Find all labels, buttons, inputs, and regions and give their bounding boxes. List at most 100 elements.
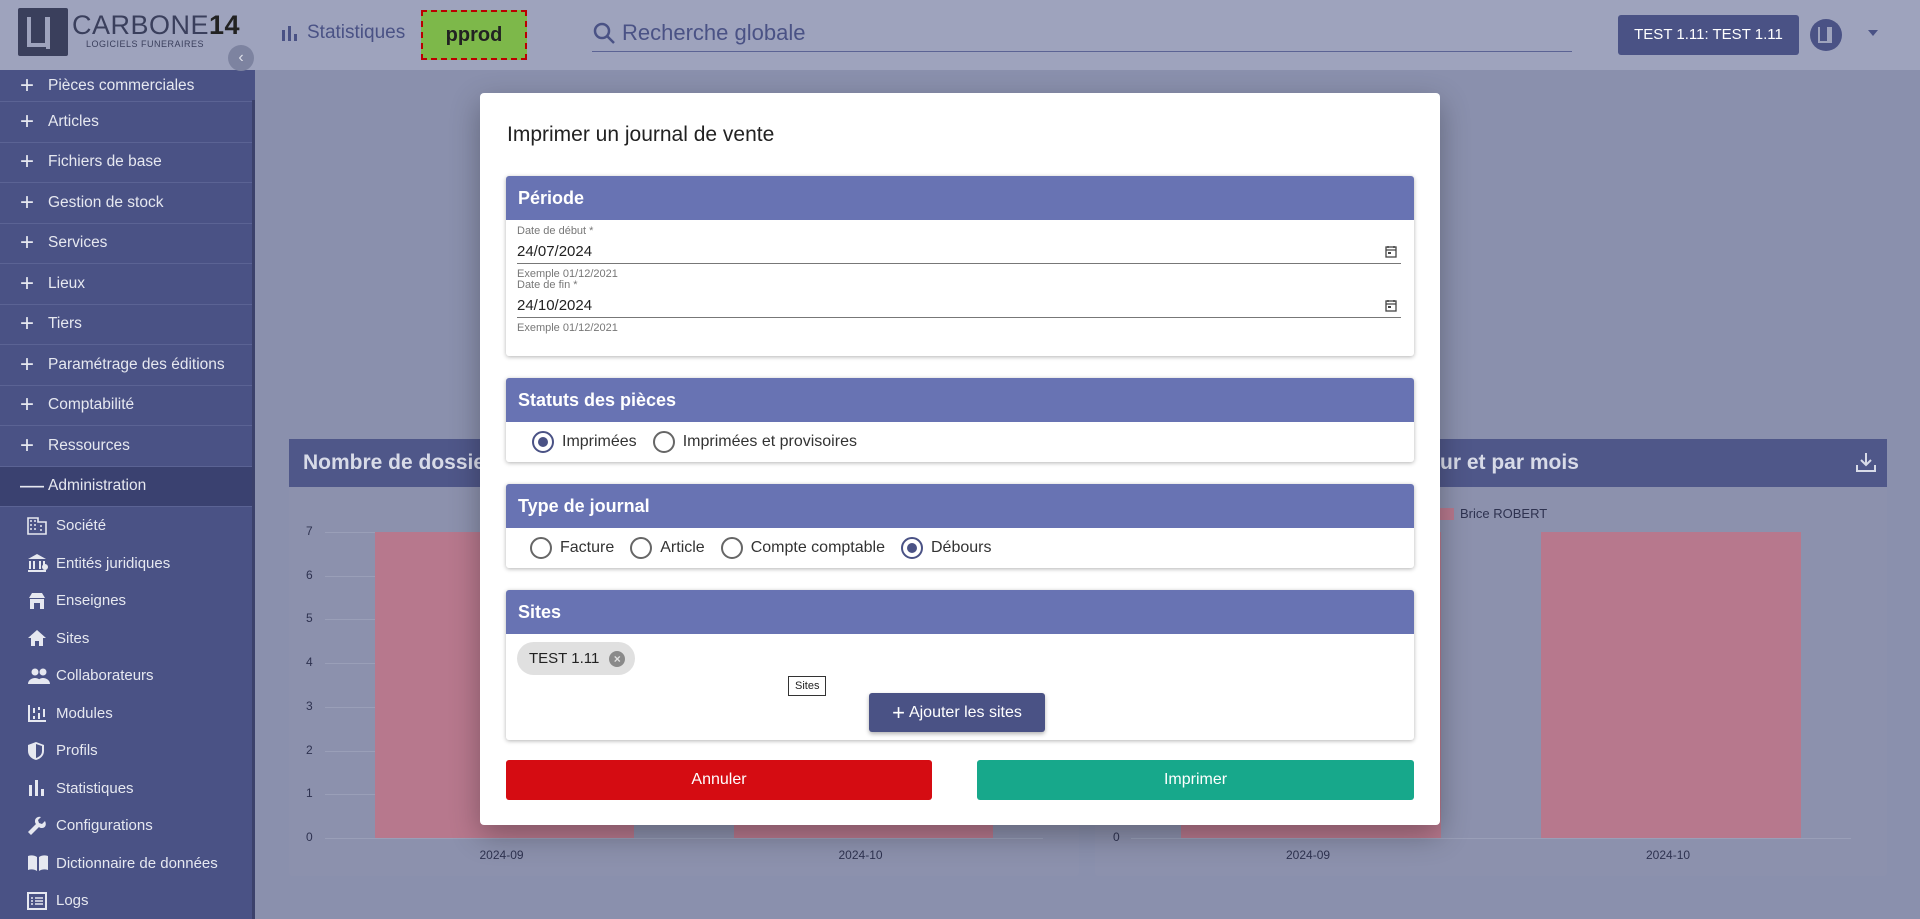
plus-icon: + (20, 188, 35, 216)
home-icon (27, 627, 56, 649)
minus-icon: — (20, 472, 44, 500)
bar-chart-icon (27, 777, 56, 799)
add-sites-button[interactable]: + Ajouter les sites (869, 693, 1045, 732)
search-icon (593, 22, 615, 44)
print-button[interactable]: Imprimer (977, 760, 1414, 800)
download-icon[interactable] (1855, 451, 1877, 478)
calendar-icon[interactable] (1385, 299, 1397, 312)
search-placeholder: Recherche globale (622, 19, 806, 45)
gridline (1131, 838, 1851, 839)
y-tick-label: 7 (306, 524, 313, 538)
type-journal-heading: Type de journal (506, 484, 1414, 528)
sidebar-item-statistiques[interactable]: Statistiques (0, 770, 255, 808)
x-tick-label: 2024-10 (1646, 848, 1691, 862)
y-tick-label: 0 (306, 830, 313, 844)
sidebar-item-articles[interactable]: + Articles (0, 102, 255, 143)
end-date-input[interactable]: 24/10/2024 (517, 293, 1401, 318)
sidebar-item-administration[interactable]: — Administration (0, 466, 255, 507)
shield-icon (27, 740, 56, 762)
sidebar: CARBONE14 LOGICIELS FUNERAIRES ‹ + Pièces… (0, 0, 255, 919)
sidebar-item-ressources[interactable]: + Ressources (0, 426, 255, 467)
gridline (325, 838, 1043, 839)
sidebar-item-configurations[interactable]: Configurations (0, 807, 255, 845)
periode-heading: Période (506, 176, 1414, 220)
legend-label[interactable]: Brice ROBERT (1460, 506, 1547, 521)
type-journal-radio-group: Facture Article Compte comptable Débours (506, 528, 1414, 568)
bank-icon (27, 552, 56, 574)
plus-icon: + (20, 229, 35, 257)
radio-label: Imprimées et provisoires (682, 433, 857, 450)
sidebar-item-entites-juridiques[interactable]: Entités juridiques (0, 545, 255, 583)
sidebar-item-collaborateurs[interactable]: Collaborateurs (0, 657, 255, 695)
y-tick-label: 1 (306, 786, 313, 801)
periode-panel: Période Date de début * 24/07/2024 Exemp… (506, 176, 1414, 356)
logo[interactable]: CARBONE14 LOGICIELS FUNERAIRES ‹ (0, 0, 255, 71)
site-chip: TEST 1.11 × (517, 642, 636, 675)
statistics-link[interactable]: Statistiques (281, 22, 405, 44)
statuts-heading: Statuts des pièces (506, 378, 1414, 422)
end-date-field: Date de fin * 24/10/2024 Exemple 01/12/2… (517, 279, 1401, 335)
radio-article[interactable] (630, 537, 653, 559)
sidebar-item-societe[interactable]: Société (0, 507, 255, 545)
global-search-input[interactable]: Recherche globale (592, 14, 1572, 52)
radio-debours[interactable] (901, 537, 923, 559)
user-context-button[interactable]: TEST 1.11: TEST 1.11 (1618, 15, 1799, 55)
plus-icon: + (20, 350, 35, 378)
sidebar-item-profils[interactable]: Profils (0, 732, 255, 770)
building-icon (27, 515, 56, 537)
storefront-icon (27, 590, 56, 612)
people-icon (27, 665, 56, 687)
sidebar-item-parametrage-editions[interactable]: + Paramétrage des éditions (0, 345, 255, 386)
sidebar-item-enseignes[interactable]: Enseignes (0, 582, 255, 620)
radio-imprimees[interactable] (532, 431, 554, 453)
sidebar-item-dictionnaire[interactable]: Dictionnaire de données (0, 845, 255, 883)
plus-icon: + (20, 71, 35, 99)
end-date-label: Date de fin * (517, 279, 578, 291)
y-tick-label: 2 (306, 742, 313, 757)
chevron-down-icon[interactable] (1868, 30, 1878, 36)
x-tick-label: 2024-09 (1286, 848, 1331, 862)
sidebar-item-lieux[interactable]: + Lieux (0, 264, 255, 305)
radio-compte-comptable[interactable] (720, 537, 743, 559)
sidebar-item-tiers[interactable]: + Tiers (0, 305, 255, 345)
statuts-radio-group: Imprimées Imprimées et provisoires (506, 422, 1414, 462)
sidebar-scrollbar[interactable] (252, 100, 255, 919)
sites-body: TEST 1.11 × Sites + Ajouter les sites (506, 634, 1414, 740)
environment-badge: pprod (421, 10, 527, 60)
type-journal-panel: Type de journal Facture Article Compte c… (506, 484, 1414, 568)
y-tick-label: 5 (306, 611, 313, 626)
cancel-button[interactable]: Annuler (506, 760, 932, 800)
calendar-icon[interactable] (1385, 245, 1397, 258)
list-icon (27, 890, 56, 912)
sidebar-item-pieces-commerciales[interactable]: + Pièces commerciales (0, 70, 255, 102)
logo-text: CARBONE14 (72, 10, 241, 40)
radio-facture[interactable] (530, 537, 552, 559)
start-date-label: Date de début * (517, 225, 594, 237)
plus-icon: + (20, 391, 35, 419)
dialog-title: Imprimer un journal de vente (507, 123, 775, 146)
chart-bar[interactable] (1541, 532, 1801, 838)
radio-label: Compte comptable (750, 539, 885, 556)
modules-icon (27, 702, 56, 724)
logo-tagline: LOGICIELS FUNERAIRES (86, 39, 205, 49)
radio-imprimees-provisoires[interactable] (652, 431, 675, 453)
plus-icon: + (20, 431, 35, 459)
plus-icon: + (892, 699, 905, 725)
sidebar-menu: + Pièces commerciales + Articles + Fichiers… (0, 70, 255, 919)
close-icon[interactable]: × (609, 650, 626, 667)
start-date-input[interactable]: 24/07/2024 (517, 239, 1401, 264)
sidebar-item-fichiers-de-base[interactable]: + Fichiers de base (0, 143, 255, 183)
collapse-sidebar-button[interactable]: ‹ (228, 45, 254, 71)
avatar[interactable] (1810, 19, 1842, 51)
sidebar-item-comptabilite[interactable]: + Comptabilité (0, 386, 255, 426)
sidebar-item-gestion-de-stock[interactable]: + Gestion de stock (0, 183, 255, 224)
sidebar-item-sites[interactable]: Sites (0, 620, 255, 658)
bar-chart-icon (282, 26, 297, 41)
sidebar-item-modules[interactable]: Modules (0, 695, 255, 733)
statuts-panel: Statuts des pièces Imprimées Imprimées e… (506, 378, 1414, 462)
sites-heading: Sites (506, 590, 1414, 634)
y-tick-label: 0 (1113, 830, 1120, 844)
sidebar-item-services[interactable]: + Services (0, 224, 255, 264)
radio-label: Débours (931, 539, 992, 556)
sidebar-item-logs[interactable]: Logs (0, 882, 255, 919)
